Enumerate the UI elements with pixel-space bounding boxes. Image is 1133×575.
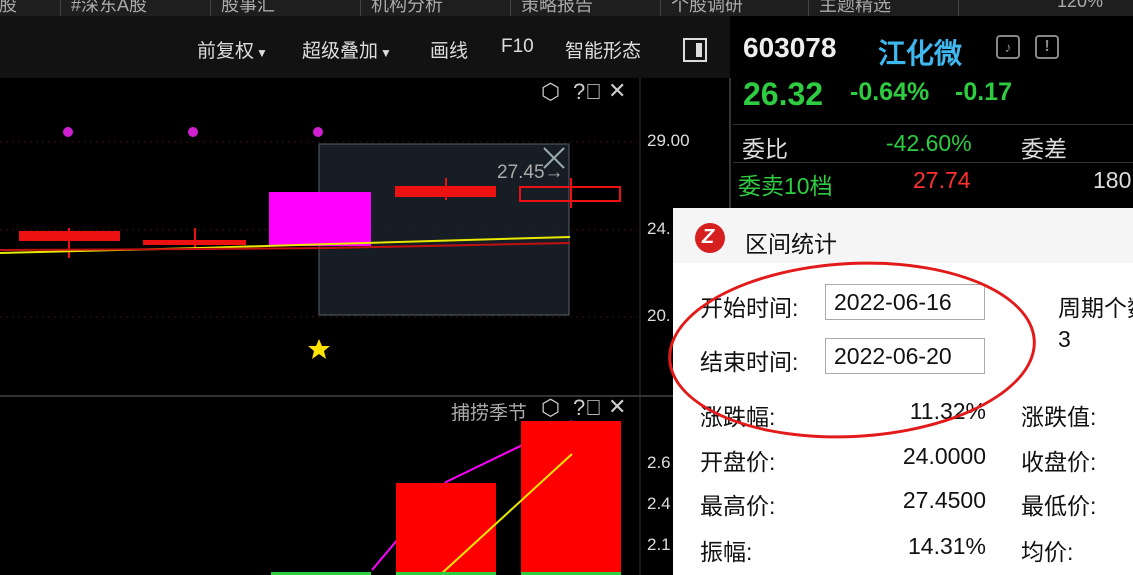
indicator-title: 捕捞季节 xyxy=(451,403,528,424)
zoom-tab[interactable]: 120% xyxy=(958,0,1133,16)
top-tab[interactable]: 主题精选 xyxy=(808,0,891,16)
draw-line-button[interactable]: 画线 xyxy=(430,36,468,63)
top-tab[interactable]: 个股调研 xyxy=(660,0,743,16)
top-tab[interactable]: 策略报告 xyxy=(510,0,593,16)
f10-button[interactable]: F10 xyxy=(501,36,534,58)
alert-icon[interactable]: ! xyxy=(1035,35,1059,59)
indicator-axis-label: 2.4 xyxy=(647,494,671,513)
sell10-volume: 180 xyxy=(1093,167,1132,193)
price-axis-label: 24. xyxy=(647,219,671,238)
stat-label: 均价: xyxy=(1021,539,1074,565)
settings-hex-icon[interactable]: ⬡ xyxy=(541,395,560,421)
top-tab[interactable]: 股事汇 xyxy=(210,0,275,16)
close-icon[interactable]: ✕ xyxy=(608,394,626,420)
bell-icon[interactable]: ♪ xyxy=(996,35,1020,59)
period-count-label: 周期个数 xyxy=(1058,295,1133,321)
yellow-star-icon xyxy=(308,339,330,359)
fuquan-dropdown[interactable]: 前复权 ▼ xyxy=(197,36,268,63)
top-tab[interactable]: #深东A股 xyxy=(60,0,147,16)
selection-high-label: 27.45→ xyxy=(497,162,564,183)
candle xyxy=(269,192,371,246)
weibi-label: 委比 xyxy=(742,136,788,162)
indicator-bar xyxy=(521,421,621,575)
signal-star-icon xyxy=(63,127,323,137)
top-tab[interactable]: 股 xyxy=(0,0,17,16)
dialog-titlebar[interactable]: Z 区间统计 xyxy=(673,208,1133,263)
stat-label: 最高价: xyxy=(700,493,776,519)
candle xyxy=(19,228,120,258)
change-percent: -0.64% xyxy=(850,78,930,106)
overlay-label: 超级叠加 xyxy=(302,41,379,62)
chart-toolbar: 前复权 ▼ 超级叠加 ▼ 画线 F10 智能形态 xyxy=(0,16,730,78)
stat-value: 14.31% xyxy=(907,533,986,559)
app-logo-icon: Z xyxy=(695,223,725,253)
close-icon[interactable]: ✕ xyxy=(608,78,626,104)
stat-label: 涨跌值: xyxy=(1021,404,1097,430)
pattern-button[interactable]: 智能形态 xyxy=(565,36,641,63)
sell10-label: 委卖10档 xyxy=(738,173,833,199)
dialog-title: 区间统计 xyxy=(745,231,837,257)
overlay-dropdown[interactable]: 超级叠加 ▼ xyxy=(302,36,392,63)
fuquan-label: 前复权 xyxy=(197,41,255,62)
help-icon[interactable]: ?⃝ xyxy=(573,395,602,421)
top-tab-bar: 股 #深东A股 股事汇 机构分析 策略报告 个股调研 主题精选 120% xyxy=(0,0,1133,16)
indicator-axis-label: 2.1 xyxy=(647,535,671,554)
sell10-price: 27.74 xyxy=(913,167,971,193)
stock-name[interactable]: 江化微 xyxy=(878,32,962,72)
stat-value: 27.4500 xyxy=(902,487,986,513)
stat-value: 24.0000 xyxy=(902,443,986,469)
stat-label: 收盘价: xyxy=(1021,449,1097,475)
price-axis-label: 29.00 xyxy=(647,131,690,150)
layout-toggle-icon[interactable] xyxy=(683,38,707,62)
top-tab[interactable]: 机构分析 xyxy=(360,0,443,16)
settings-hex-icon[interactable]: ⬡ xyxy=(541,79,560,105)
last-price: 26.32 xyxy=(743,76,824,112)
caret-down-icon: ▼ xyxy=(380,46,392,60)
change-value: -0.17 xyxy=(955,78,1012,106)
chart-canvas xyxy=(0,78,733,575)
weibi-value: -42.60% xyxy=(886,130,972,156)
period-count-value: 3 xyxy=(1058,326,1071,352)
indicator-axis-label: 2.6 xyxy=(647,453,671,472)
indicator-bar xyxy=(396,483,496,575)
stat-label: 最低价: xyxy=(1021,493,1097,519)
quote-header: 603078 江化微 ♪ ! 26.32 -0.64% -0.17 xyxy=(733,16,1133,124)
stat-label: 开盘价: xyxy=(700,449,776,475)
stat-label: 振幅: xyxy=(700,539,753,565)
weicha-label: 委差 xyxy=(1021,136,1067,162)
candle xyxy=(143,228,246,248)
price-axis-label: 20. xyxy=(647,306,671,325)
caret-down-icon: ▼ xyxy=(256,46,268,60)
help-icon[interactable]: ?⃝ xyxy=(573,79,602,105)
stock-code: 603078 xyxy=(743,32,837,63)
